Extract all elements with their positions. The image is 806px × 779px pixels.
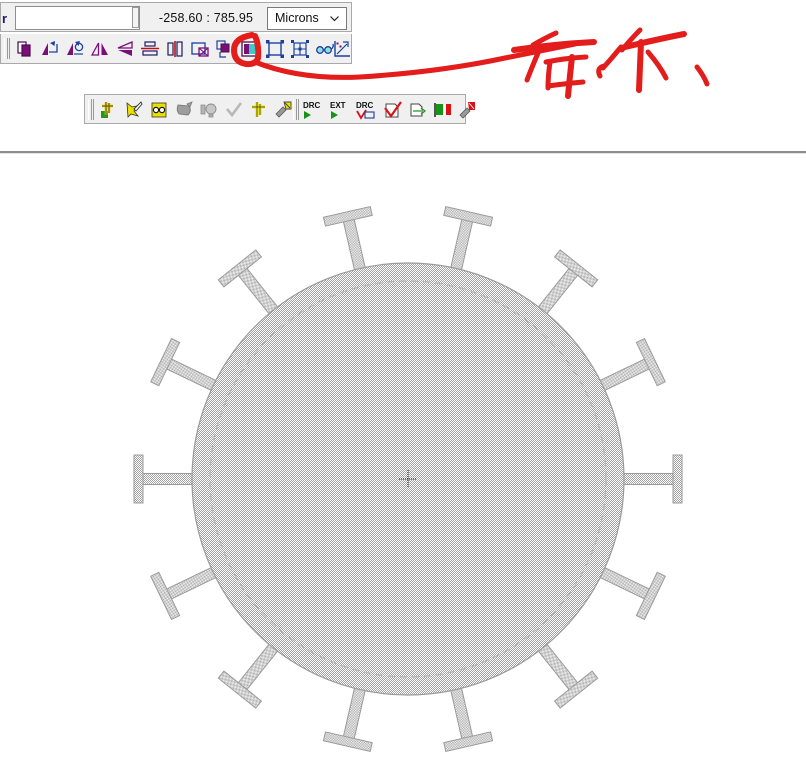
entry-scrollbar[interactable] [132,7,139,28]
units-dropdown[interactable]: Microns [267,7,347,30]
spoke-cap [672,454,683,504]
slice-button[interactable] [189,38,211,60]
lvs-setup-button[interactable] [457,99,479,121]
command-entry-field[interactable] [15,6,140,30]
truncated-label: r [2,11,8,26]
circular-layout-drawing [133,205,683,753]
rotate-ccw-button[interactable] [39,38,61,60]
svg-text:DRC: DRC [356,101,374,110]
drc-setup-button[interactable] [407,99,429,121]
svg-text:EXT: EXT [330,101,346,110]
boolean-operations-button[interactable] [239,38,261,60]
lvs-flag-button[interactable] [432,99,454,121]
units-selected-value: Microns [275,11,319,25]
top-bar-panel: r -258.60 : 785.95 Microns [0,2,352,32]
toolbar-grip[interactable] [4,38,10,59]
ungroup-button[interactable] [289,38,311,60]
top-status-bar: r -258.60 : 785.95 Microns [0,0,806,34]
drc-run-button[interactable]: DRC [301,99,327,121]
ext-run-button[interactable]: EXT [328,99,354,121]
verification-toolbar: DRC EXT DRC [84,94,475,124]
node-highlight-button[interactable] [98,99,120,121]
node-settings-button[interactable] [273,99,295,121]
chevron-down-icon [330,16,339,22]
edit-toolbar [0,34,352,64]
toolbar-grip[interactable] [88,99,94,120]
drc-check-button[interactable]: DRC [355,99,381,121]
spoke-cap [133,454,144,504]
align-horizontal-button[interactable] [139,38,161,60]
rotate-cw-button[interactable] [64,38,86,60]
coordinate-readout: -258.60 : 785.95 [158,11,254,25]
merge-button[interactable] [214,38,236,60]
node-clear-button [173,99,195,121]
svg-text:DRC: DRC [303,101,321,110]
flip-horizontal-button[interactable] [89,38,111,60]
drc-summary-button[interactable] [382,99,404,121]
group-button[interactable] [264,38,286,60]
node-setup-button[interactable] [248,99,270,121]
node-probe-button[interactable] [123,99,145,121]
copy-button[interactable] [14,38,36,60]
node-info-button [198,99,220,121]
align-vertical-button[interactable] [164,38,186,60]
ruler-icon[interactable] [331,38,353,60]
toolbar-grip[interactable] [293,99,299,120]
node-find-button[interactable] [148,99,170,121]
layout-canvas[interactable] [0,154,806,779]
flip-vertical-button[interactable] [114,38,136,60]
check-icon [223,99,245,121]
